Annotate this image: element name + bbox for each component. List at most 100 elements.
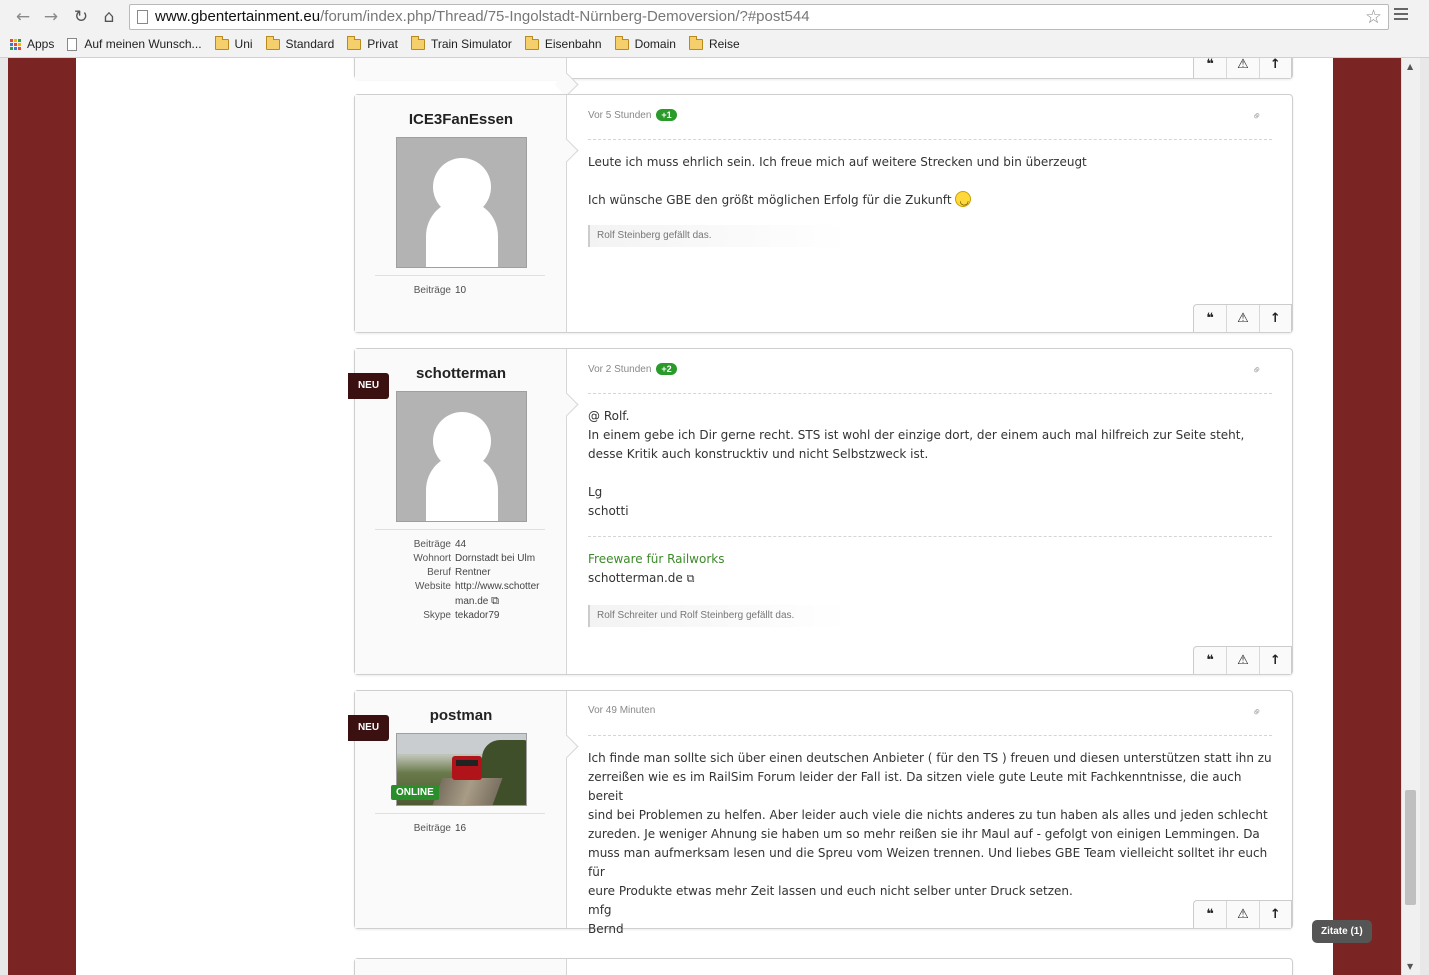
report-icon[interactable]: ⚠: [1226, 647, 1258, 674]
username[interactable]: ICE3FanEssen: [355, 111, 567, 128]
info-label: Beiträge: [413, 823, 451, 834]
post-line: @ Rolf.: [588, 409, 630, 423]
quote-icon[interactable]: ❝: [1194, 901, 1226, 928]
bookmark-star-icon[interactable]: ☆: [1365, 6, 1382, 28]
permalink-icon[interactable]: ⚭: [1248, 703, 1265, 720]
post-text: @ Rolf. In einem gebe ich Dir gerne rech…: [588, 407, 1272, 521]
folder-icon: [410, 35, 425, 50]
folder-icon: [347, 35, 362, 50]
forward-arrow-icon[interactable]: →: [39, 6, 63, 28]
avatar[interactable]: [396, 137, 527, 268]
quote-icon[interactable]: ❝: [1194, 305, 1226, 332]
scroll-up-icon[interactable]: ▲: [1407, 62, 1413, 71]
permalink-icon[interactable]: ⚭: [1248, 107, 1265, 124]
scrollbar-thumb[interactable]: [1405, 790, 1416, 905]
post-actions: ❝ ⚠ ↑: [1193, 304, 1292, 332]
divider: [375, 275, 545, 276]
like-count-badge: +2: [656, 363, 677, 375]
bookmark-eisenbahn[interactable]: Eisenbahn: [524, 35, 602, 51]
divider: [588, 139, 1272, 140]
home-icon[interactable]: ⌂: [97, 6, 121, 28]
report-icon[interactable]: ⚠: [1226, 58, 1258, 78]
permalink-icon[interactable]: ⚭: [1248, 361, 1265, 378]
divider: [588, 735, 1272, 736]
scroll-down-icon[interactable]: ▼: [1407, 962, 1413, 971]
post-line: Ich finde man sollte sich über einen deu…: [588, 751, 1272, 765]
address-bar[interactable]: www.gbentertainment.eu/forum/index.php/T…: [129, 4, 1389, 30]
post-time[interactable]: Vor 5 Stunden: [588, 110, 651, 121]
post-line: Lg: [588, 485, 603, 499]
scroll-top-icon[interactable]: ↑: [1258, 58, 1291, 78]
scroll-top-icon[interactable]: ↑: [1258, 647, 1291, 674]
bookmark-standard[interactable]: Standard: [265, 35, 334, 51]
user-info: Beiträge 44 Wohnort Dornstadt bei Ulm Beru…: [375, 538, 550, 623]
folder-icon: [265, 35, 280, 50]
post-actions: ❝ ⚠ ↑: [1193, 900, 1292, 928]
post-ice3fanessen: ICE3FanEssen Beiträge 10 Vor 5 Stunden +1 …: [354, 94, 1293, 333]
post-line: sind bei Problemen zu helfen. Aber leide…: [588, 808, 1268, 822]
reload-icon[interactable]: ↻: [69, 6, 93, 28]
apps-grid-icon: [10, 38, 21, 50]
divider: [375, 813, 545, 814]
post-line: zureden. Je weniger Ahnung sie haben um …: [588, 827, 1260, 841]
post-time[interactable]: Vor 49 Minuten: [588, 705, 655, 716]
username[interactable]: postman: [355, 707, 567, 724]
bookmark-domain[interactable]: Domain: [614, 35, 676, 51]
info-value: Dornstadt bei Ulm: [455, 553, 536, 564]
browser-toolbar: ← → ↻ ⌂ www.gbentertainment.eu/forum/ind…: [0, 0, 1429, 58]
post-actions: ❝ ⚠ ↑: [1193, 58, 1292, 78]
info-label: Beruf: [427, 567, 451, 578]
back-arrow-icon[interactable]: ←: [11, 6, 35, 28]
folder-icon: [688, 35, 703, 50]
signature-link[interactable]: schotterman.de ⧉: [588, 569, 1272, 588]
scroll-top-icon[interactable]: ↑: [1258, 305, 1291, 332]
bookmark-uni[interactable]: Uni: [214, 35, 253, 51]
post-schotterman: NEU schotterman Beiträge 44 Wohnort Dornst…: [348, 348, 1293, 675]
bookmark-privat[interactable]: Privat: [347, 35, 398, 51]
bookmark-auf-meinen-wunsch[interactable]: Auf meinen Wunsch...: [67, 37, 202, 51]
scroll-top-icon[interactable]: ↑: [1258, 901, 1291, 928]
post-paragraph: Leute ich muss ehrlich sein. Ich freue m…: [588, 155, 1087, 169]
info-value: Rentner: [455, 567, 491, 578]
info-value: 44: [455, 539, 467, 550]
folder-icon: [214, 35, 229, 50]
post-sidebar: [355, 58, 567, 80]
window-edge: [0, 58, 8, 975]
avatar[interactable]: [396, 391, 527, 522]
info-label: Wohnort: [413, 553, 451, 564]
post-text: Ich finde man sollte sich über einen deu…: [588, 749, 1272, 939]
post-line: mfg: [588, 903, 612, 917]
page-icon: [137, 10, 148, 24]
post-text: Leute ich muss ehrlich sein. Ich freue m…: [588, 153, 1272, 210]
report-icon[interactable]: ⚠: [1226, 901, 1258, 928]
info-value: tekador79: [455, 610, 500, 621]
quotes-button[interactable]: Zitate (1): [1312, 920, 1372, 943]
quote-icon[interactable]: ❝: [1194, 58, 1226, 78]
signature-title[interactable]: Freeware für Railworks: [588, 550, 1272, 569]
post-line: schotti: [588, 504, 629, 518]
liked-by-text[interactable]: Rolf Schreiter und Rolf Steinberg gefäll…: [588, 605, 848, 627]
bookmark-reise[interactable]: Reise: [688, 35, 740, 51]
post-line: muss man aufmerksam lesen und die Spreu …: [588, 846, 1268, 879]
info-label: Beiträge: [413, 539, 451, 550]
user-info: Beiträge 10: [375, 284, 550, 298]
scrollbar[interactable]: ▲ ▼: [1401, 58, 1420, 975]
post-actions: ❝ ⚠ ↑: [1193, 646, 1292, 674]
menu-icon[interactable]: [1394, 8, 1408, 23]
user-sidebar: NEU postman ONLINE Beiträge 16: [348, 691, 567, 928]
bookmark-apps[interactable]: Apps: [10, 37, 54, 51]
post-line: desse Kritik auch konstrucktiv und nicht…: [588, 447, 929, 461]
username[interactable]: schotterman: [355, 365, 567, 382]
divider: [588, 393, 1272, 394]
online-badge: ONLINE: [391, 785, 439, 800]
next-post: [354, 958, 1293, 975]
page-icon: [67, 37, 78, 51]
quote-icon[interactable]: ❝: [1194, 647, 1226, 674]
url-text[interactable]: www.gbentertainment.eu/forum/index.php/T…: [155, 8, 810, 25]
bookmark-train-simulator[interactable]: Train Simulator: [410, 35, 512, 51]
post-time[interactable]: Vor 2 Stunden: [588, 364, 651, 375]
report-icon[interactable]: ⚠: [1226, 305, 1258, 332]
website-link[interactable]: http://www.schotterman.de ⧉: [455, 580, 545, 609]
liked-by-text[interactable]: Rolf Steinberg gefällt das.: [588, 225, 848, 247]
post-line: In einem gebe ich Dir gerne recht. STS i…: [588, 428, 1245, 442]
